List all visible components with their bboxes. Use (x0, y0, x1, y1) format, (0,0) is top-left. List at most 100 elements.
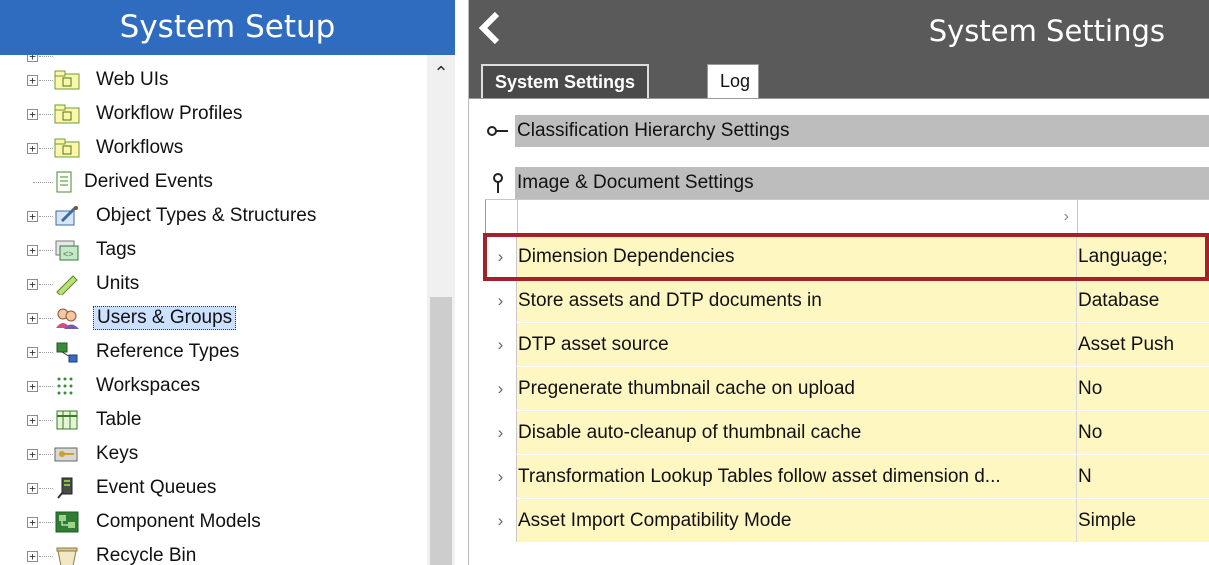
tree-item-derived-events[interactable]: Derived Events (0, 167, 427, 197)
tree-item-web-uis[interactable]: + Web UIs (0, 65, 427, 95)
row-expand-icon[interactable]: › (485, 455, 517, 498)
settings-content: Classification Hierarchy Settings Image … (469, 98, 1209, 565)
expand-toggle[interactable]: + (27, 278, 38, 290)
tree-item-label: Table (96, 409, 142, 430)
expand-toggle[interactable]: + (27, 448, 38, 460)
row-expand-icon[interactable]: › (485, 323, 517, 366)
panel-title: System Setup (0, 0, 455, 55)
setting-value[interactable]: N (1077, 455, 1209, 498)
tree-item-workflow-profiles[interactable]: + Workflow Profiles (0, 99, 427, 129)
expanded-section-icon (485, 170, 511, 196)
row-expand-icon[interactable]: › (485, 499, 517, 542)
svg-text:<>: <> (63, 249, 74, 259)
back-arrow-icon[interactable] (477, 8, 507, 48)
tree-item-users-groups[interactable]: + Users & Groups (0, 303, 427, 333)
section-classification-hierarchy[interactable]: Classification Hierarchy Settings (485, 115, 1209, 147)
expand-toggle[interactable]: + (27, 414, 38, 426)
tree-item-label: Reference Types (96, 341, 240, 362)
ruler-icon (53, 273, 81, 295)
component-icon (53, 511, 81, 533)
tree-item-label: Workflow Profiles (96, 103, 243, 124)
collapsed-section-icon (485, 118, 511, 144)
expand-toggle[interactable]: + (27, 210, 38, 222)
table-row[interactable]: › Transformation Lookup Tables follow as… (485, 455, 1209, 498)
event-queue-icon (53, 477, 81, 499)
workspaces-icon (53, 375, 81, 397)
folder-icon (53, 69, 81, 91)
tree-item-units[interactable]: + Units (0, 269, 427, 299)
setting-name: Pregenerate thumbnail cache on upload (517, 367, 1077, 410)
users-icon (53, 307, 81, 329)
tree-item-label: Workflows (96, 137, 184, 158)
setting-value[interactable]: No (1077, 411, 1209, 454)
tree-item-label: Recycle Bin (96, 545, 197, 565)
system-setup-panel: System Setup + + Web UIs + Workflow Prof… (0, 0, 455, 565)
tree-item-object-types[interactable]: + Object Types & Structures (0, 201, 427, 231)
setting-value[interactable]: Database (1077, 279, 1209, 322)
setting-value[interactable]: Asset Push (1077, 323, 1209, 366)
tree-item-workflows[interactable]: + Workflows (0, 133, 427, 163)
row-expand-icon[interactable]: › (485, 411, 517, 454)
expand-toggle[interactable]: + (27, 312, 38, 324)
tree-item-label: Web UIs (96, 69, 169, 90)
object-types-icon (53, 205, 81, 227)
document-icon (50, 171, 78, 193)
tree-item-label: Component Models (96, 511, 261, 532)
setting-name: Transformation Lookup Tables follow asse… (517, 455, 1077, 498)
setup-tree: + + Web UIs + Workflow Profiles + Workfl… (0, 55, 427, 565)
table-row[interactable]: › Asset Import Compatibility Mode Simple (485, 499, 1209, 542)
app-window: System Setup + + Web UIs + Workflow Prof… (0, 0, 1209, 565)
tree-item-component-models[interactable]: + Component Models (0, 507, 427, 537)
setting-value[interactable]: Language; (1077, 235, 1209, 278)
tree-item-label: Units (96, 273, 140, 294)
expand-toggle[interactable]: + (27, 108, 38, 120)
expand-toggle[interactable]: + (27, 380, 38, 392)
expand-toggle[interactable]: + (27, 482, 38, 494)
expand-toggle[interactable]: + (27, 142, 38, 154)
expand-toggle[interactable]: + (27, 244, 38, 256)
system-settings-panel: System Settings System Settings Log Clas… (468, 0, 1209, 565)
folder-icon (53, 103, 81, 125)
tab-bar: System Settings Log (469, 60, 1209, 98)
setting-value[interactable]: Simple (1077, 499, 1209, 542)
row-expand-icon[interactable]: › (485, 367, 517, 410)
expand-toggle[interactable]: + (27, 516, 38, 528)
setting-name: Asset Import Compatibility Mode (517, 499, 1077, 542)
table-row[interactable]: › DTP asset source Asset Push (485, 323, 1209, 366)
scroll-up-icon[interactable]: ⌃ (427, 63, 455, 83)
tree-item-label: Event Queues (96, 477, 217, 498)
setting-value[interactable]: No (1077, 367, 1209, 410)
row-expand-icon[interactable]: › (485, 279, 517, 322)
tree-item-reference-types[interactable]: + Reference Types (0, 337, 427, 367)
keys-icon (53, 443, 81, 465)
page-title: System Settings (928, 14, 1165, 48)
tree-item-keys[interactable]: + Keys (0, 439, 427, 469)
chevron-right-icon[interactable]: › (518, 200, 1078, 234)
table-row[interactable]: › Pregenerate thumbnail cache on upload … (485, 367, 1209, 410)
tree-item-event-queues[interactable]: + Event Queues (0, 473, 427, 503)
tab-log[interactable]: Log (707, 64, 759, 98)
tab-system-settings[interactable]: System Settings (481, 64, 650, 98)
tree-item-label: Object Types & Structures (96, 205, 317, 226)
tree-item-label: Keys (96, 443, 139, 464)
table-row[interactable]: › Dimension Dependencies Language; (485, 235, 1209, 278)
scroll-thumb[interactable] (430, 297, 452, 565)
setting-name: Store assets and DTP documents in (517, 279, 1077, 322)
tree-scrollbar[interactable]: ⌃ (427, 55, 455, 565)
tree-item-workspaces[interactable]: + Workspaces (0, 371, 427, 401)
table-row[interactable]: › Store assets and DTP documents in Data… (485, 279, 1209, 322)
tree-item-label: Tags (96, 239, 137, 260)
setting-name: DTP asset source (517, 323, 1077, 366)
expand-toggle[interactable]: + (27, 346, 38, 358)
tree-item-recycle-bin[interactable]: + Recycle Bin (0, 541, 427, 565)
expand-toggle[interactable]: + (27, 55, 38, 62)
table-row[interactable]: › Disable auto-cleanup of thumbnail cach… (485, 411, 1209, 454)
section-image-document[interactable]: Image & Document Settings (485, 167, 1209, 199)
tree-item-tags[interactable]: + <> Tags (0, 235, 427, 265)
expand-toggle[interactable]: + (27, 550, 38, 562)
tree-item-table[interactable]: + Table (0, 405, 427, 435)
setting-name: Disable auto-cleanup of thumbnail cache (517, 411, 1077, 454)
row-expand-icon[interactable]: › (485, 235, 517, 278)
expand-toggle[interactable]: + (27, 74, 38, 86)
tags-icon: <> (53, 239, 81, 261)
